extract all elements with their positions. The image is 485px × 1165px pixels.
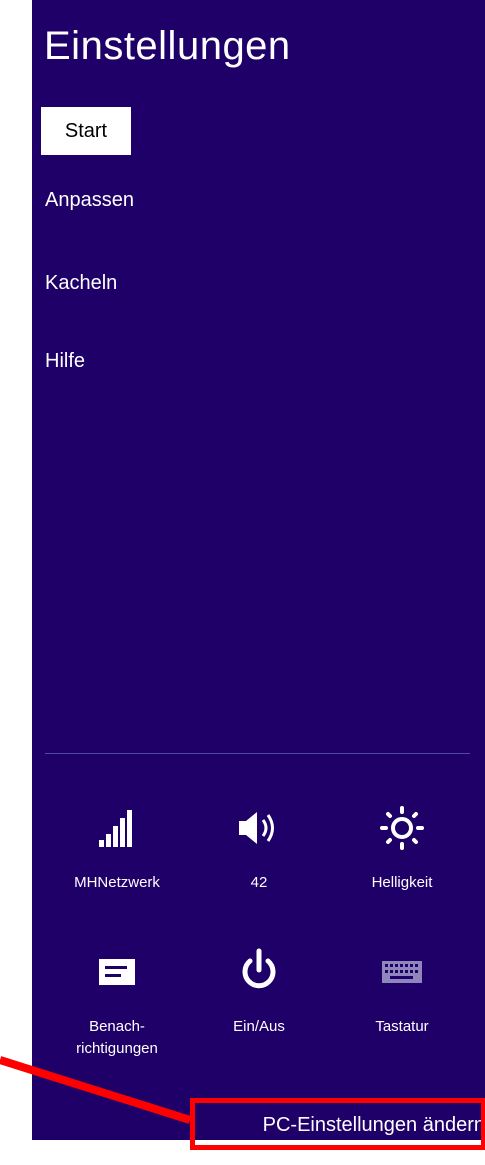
menu-item-hilfe[interactable]: Hilfe [45,347,85,375]
context-label-start: Start [41,107,131,155]
tile-label: 42 [250,874,268,891]
tile-volume[interactable]: 42 [195,806,323,894]
menu-item-kacheln[interactable]: Kacheln [45,269,117,297]
tile-notifications[interactable]: Benach- richtigungen [53,950,181,1060]
keyboard-icon [338,950,466,994]
tile-keyboard[interactable]: Tastatur [338,950,466,1038]
tile-brightness[interactable]: Helligkeit [338,806,466,894]
power-icon [195,948,323,994]
signal-bars-icon [53,806,181,850]
tile-label: MHNetzwerk [74,874,160,891]
menu-item-anpassen[interactable]: Anpassen [45,186,134,214]
notifications-icon [53,950,181,994]
tile-label: Ein/Aus [233,1018,285,1035]
panel-title: Einstellungen [44,24,291,68]
quick-settings-divider [45,753,470,754]
speaker-icon [195,806,323,850]
settings-charm-panel: Einstellungen Start Anpassen Kacheln Hil… [32,0,485,1150]
tile-label: Tastatur [375,1018,429,1035]
brightness-icon [338,806,466,850]
tile-label: Benach- richtigungen [76,1018,158,1057]
tile-network[interactable]: MHNetzwerk [53,806,181,894]
change-pc-settings-link[interactable]: PC-Einstellungen ändern [218,1111,485,1141]
tile-power[interactable]: Ein/Aus [195,948,323,1038]
tile-label: Helligkeit [371,874,433,891]
